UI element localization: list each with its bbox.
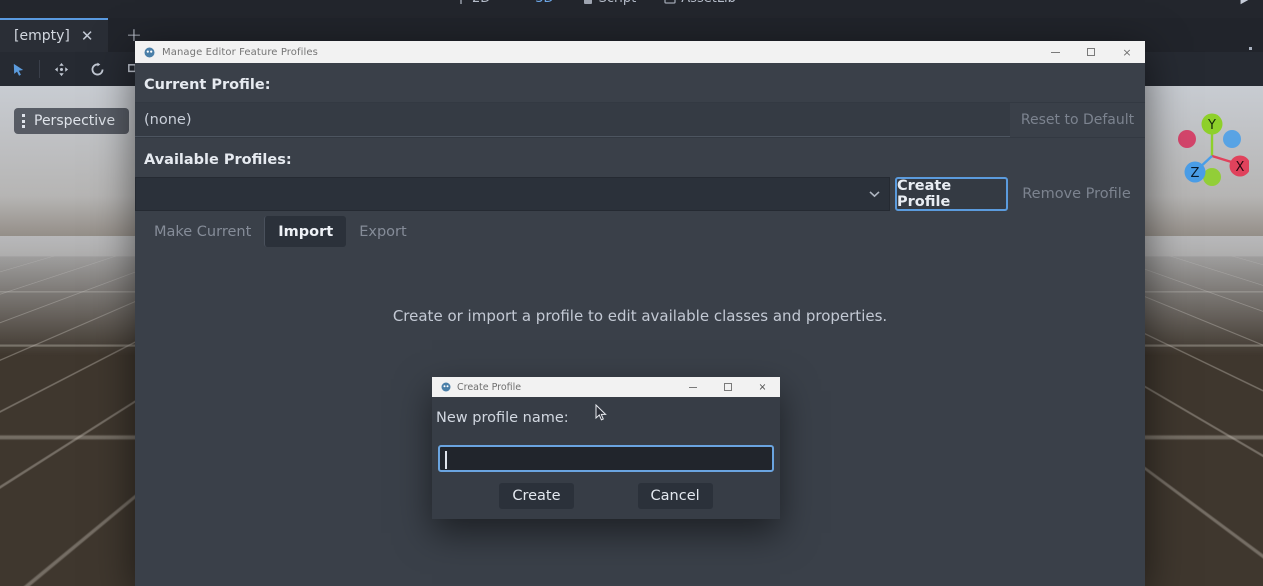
viewport-perspective-menu[interactable]: Perspective [14,108,130,134]
chevron-down-icon [869,188,880,201]
play-icon[interactable] [1235,0,1253,12]
main-menu-label-assetlib: AssetLib [681,0,736,6]
godot-app-icon [441,382,451,392]
modal-buttons: Create Cancel [432,483,780,509]
new-profile-name-input[interactable] [438,445,774,472]
dialog-window-buttons: × [1037,41,1145,63]
3d-view-icon [518,0,530,5]
viewport-menu-icon [22,114,25,128]
cancel-button[interactable]: Cancel [637,483,713,509]
screen: 2D 3D Script [0,0,1263,586]
dialog-titlebar[interactable]: Manage Editor Feature Profiles × [135,41,1145,63]
tab-make-current[interactable]: Make Current [141,216,264,247]
mouse-cursor [595,403,608,422]
editor-view-modes: 2D 3D Script [455,0,736,6]
gizmo-y-label: Y [1207,118,1216,133]
tab-import[interactable]: Import [264,216,347,247]
main-menu-item-3d[interactable]: 3D [518,0,553,6]
maximize-icon[interactable] [1073,41,1109,63]
tab-export[interactable]: Export [346,216,419,247]
godot-app-icon [144,47,155,58]
close-icon[interactable]: × [1109,41,1145,63]
select-tool-button[interactable] [0,52,36,86]
available-profiles-row: Create Profile Remove Profile [135,177,1145,211]
current-profile-label: Current Profile: [144,77,271,93]
create-profile-button[interactable]: Create Profile [895,177,1008,211]
close-icon[interactable]: ✕ [81,28,94,44]
viewport-perspective-label: Perspective [34,113,116,129]
minimize-icon[interactable] [1037,41,1073,63]
main-menu-label-2d: 2D [472,0,490,6]
current-profile-value: (none) [135,103,1010,137]
profile-actions-tabs: Make Current Import Export [135,216,1145,247]
reset-to-default-button[interactable]: Reset to Default [1010,103,1145,137]
axis-gizmo[interactable]: Y X Z [1175,104,1251,188]
modal-titlebar[interactable]: Create Profile × [432,377,780,397]
minimize-icon[interactable] [675,377,710,397]
script-icon [582,0,594,5]
text-caret [445,451,447,469]
gizmo-z-label: Z [1191,166,1200,181]
assetlib-icon [664,0,676,5]
rotate-tool-button[interactable] [79,52,115,86]
available-profiles-label: Available Profiles: [144,152,292,168]
dialog-title: Manage Editor Feature Profiles [162,46,318,58]
gizmo-x-label: X [1236,160,1245,175]
scene-tab-label: [empty] [14,28,70,44]
empty-state-message: Create or import a profile to edit avail… [392,307,888,325]
create-button[interactable]: Create [499,483,574,509]
remove-profile-button[interactable]: Remove Profile [1008,177,1145,211]
main-menu-item-2d[interactable]: 2D [455,0,490,6]
current-profile-row: (none) Reset to Default [135,102,1145,138]
main-menu-item-script[interactable]: Script [582,0,637,6]
2d-view-icon [455,0,467,5]
create-profile-modal: Create Profile × New profile name: Creat… [432,377,780,519]
move-tool-button[interactable] [43,52,79,86]
profiles-dropdown[interactable] [135,177,890,211]
main-menu-label-script: Script [599,0,637,6]
scene-tab-empty[interactable]: [empty] ✕ [0,18,109,52]
maximize-icon[interactable] [710,377,745,397]
close-icon[interactable]: × [745,377,780,397]
main-menu-label-3d: 3D [535,0,553,6]
editor-main-menu-bar: 2D 3D Script [0,0,1263,18]
modal-title: Create Profile [457,381,522,393]
toolbar-divider [39,60,40,78]
main-menu-item-assetlib[interactable]: AssetLib [664,0,736,6]
